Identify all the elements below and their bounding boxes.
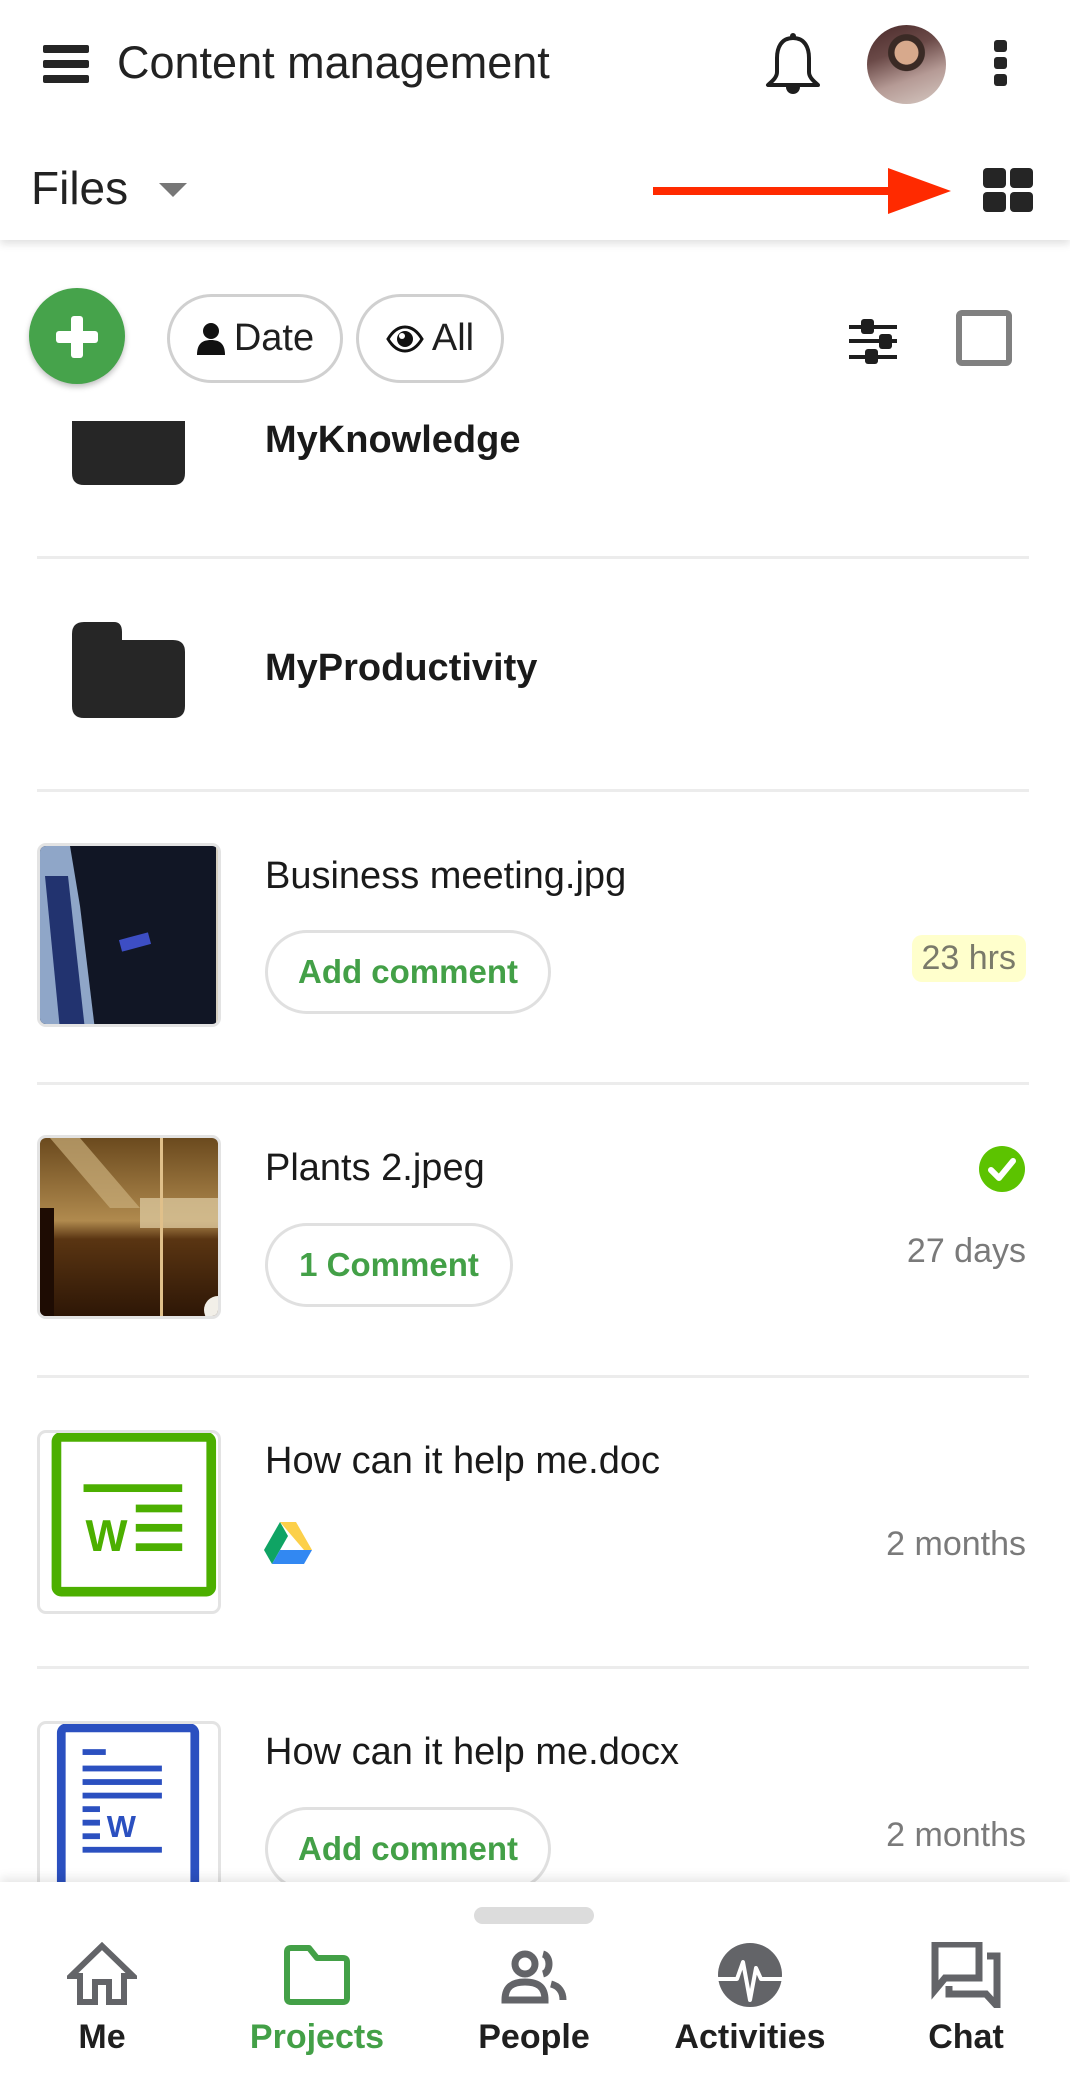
file-age: 2 months xyxy=(886,1816,1026,1854)
folder-name: MyKnowledge xyxy=(265,419,521,461)
photo-room-thumbnail xyxy=(40,1138,218,1316)
filter-all-label: All xyxy=(431,317,475,359)
sort-date-label: Date xyxy=(233,317,315,359)
svg-text:W: W xyxy=(107,1809,137,1844)
list-item-file[interactable]: W How can it help me.doc 2 months xyxy=(0,1378,1070,1668)
app-header: Content management Files xyxy=(0,0,1070,240)
folder-name: MyProductivity xyxy=(265,647,538,689)
file-age: 2 months xyxy=(886,1525,1026,1563)
add-comment-button[interactable]: Add comment xyxy=(265,1807,551,1882)
nav-label: Projects xyxy=(249,2018,385,2056)
nav-label: Chat xyxy=(928,2018,1004,2056)
file-thumbnail: W xyxy=(37,1721,221,1882)
file-thumbnail xyxy=(37,1135,221,1319)
kebab-menu-icon[interactable] xyxy=(994,40,1008,86)
caret-down-icon[interactable] xyxy=(159,183,187,197)
sort-date-button[interactable]: Date xyxy=(167,294,343,383)
select-all-checkbox[interactable] xyxy=(956,310,1012,366)
grid-view-icon[interactable] xyxy=(983,168,1033,212)
people-icon xyxy=(501,1950,567,2004)
nav-label: Me xyxy=(78,2018,126,2056)
eye-icon xyxy=(386,324,424,353)
filter-all-button[interactable]: All xyxy=(356,294,504,383)
bell-icon[interactable] xyxy=(763,32,823,96)
avatar[interactable] xyxy=(867,25,946,104)
hamburger-icon[interactable] xyxy=(43,45,89,83)
add-button[interactable] xyxy=(29,288,125,384)
file-name: How can it help me.docx xyxy=(265,1731,679,1773)
word-doc-green-icon: W xyxy=(51,1433,217,1597)
list-item-folder[interactable]: MyKnowledge xyxy=(0,400,1070,557)
file-list: MyKnowledge MyProductivity Business meet… xyxy=(0,400,1070,1882)
file-age: 27 days xyxy=(906,1232,1026,1270)
folder-icon xyxy=(284,1945,350,2005)
folder-icon xyxy=(72,622,185,718)
list-item-file[interactable]: W How can it help me.docx Add comment 2 … xyxy=(0,1669,1070,1882)
nav-item-activities[interactable]: Activities xyxy=(660,1942,840,2072)
file-name: Plants 2.jpeg xyxy=(265,1147,485,1189)
person-icon xyxy=(196,322,225,355)
photo-suit-thumbnail xyxy=(40,846,218,1024)
nav-item-chat[interactable]: Chat xyxy=(876,1942,1056,2072)
nav-label: Activities xyxy=(674,2018,826,2056)
nav-item-me[interactable]: Me xyxy=(12,1942,192,2072)
red-arrow-annotation xyxy=(653,168,951,214)
activity-icon xyxy=(718,1943,782,2007)
chat-icon xyxy=(931,1942,1001,2008)
sliders-icon[interactable] xyxy=(849,318,897,364)
nav-label: People xyxy=(478,2018,590,2056)
nav-item-people[interactable]: People xyxy=(444,1942,624,2072)
home-icon xyxy=(67,1942,137,2005)
word-doc-blue-icon: W xyxy=(56,1724,200,1882)
file-thumbnail xyxy=(37,843,221,1027)
list-item-file[interactable]: Business meeting.jpg Add comment 23 hrs xyxy=(0,792,1070,1084)
list-item-file[interactable]: Plants 2.jpeg 1 Comment 27 days xyxy=(0,1085,1070,1377)
folder-icon xyxy=(72,421,185,485)
section-dropdown-label[interactable]: Files xyxy=(31,162,128,214)
list-item-folder[interactable]: MyProductivity xyxy=(0,559,1070,789)
file-name: Business meeting.jpg xyxy=(265,855,627,897)
google-drive-icon xyxy=(264,1522,312,1564)
page-title: Content management xyxy=(117,37,550,88)
comments-button[interactable]: 1 Comment xyxy=(265,1223,513,1307)
bottom-navigation: Me Projects People Activities Chat xyxy=(0,1882,1070,2083)
file-name: How can it help me.doc xyxy=(265,1440,660,1482)
check-circle-icon xyxy=(979,1146,1025,1192)
file-thumbnail: W xyxy=(37,1430,221,1614)
drag-handle[interactable] xyxy=(474,1907,594,1924)
nav-item-projects[interactable]: Projects xyxy=(227,1942,407,2072)
add-comment-button[interactable]: Add comment xyxy=(265,930,551,1014)
file-age-badge: 23 hrs xyxy=(911,935,1026,982)
svg-text:W: W xyxy=(85,1512,127,1561)
